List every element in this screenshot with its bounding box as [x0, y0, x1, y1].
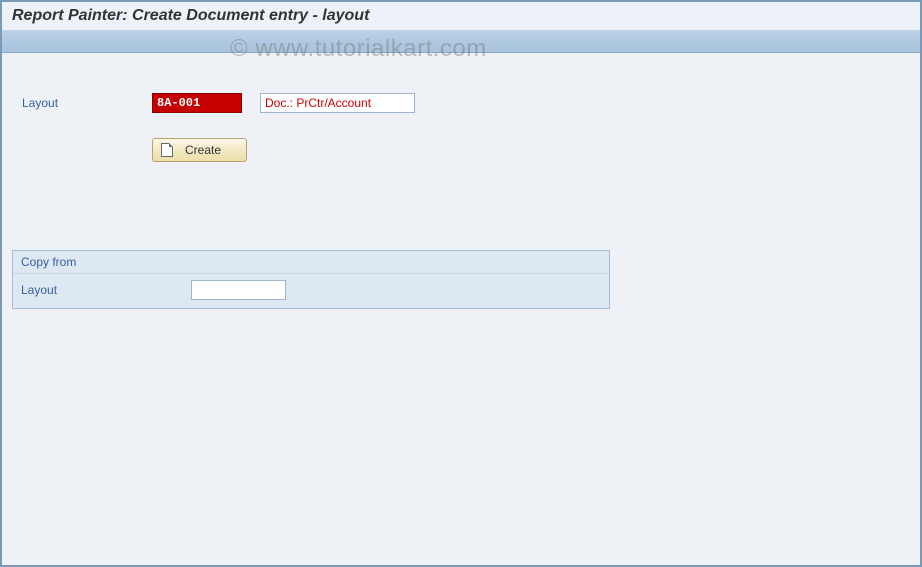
layout-code-input[interactable] — [152, 93, 242, 113]
title-bar: Report Painter: Create Document entry - … — [2, 2, 920, 31]
app-window: Report Painter: Create Document entry - … — [0, 0, 922, 567]
copy-from-panel: Copy from Layout — [12, 250, 610, 309]
page-title: Report Painter: Create Document entry - … — [12, 7, 369, 24]
layout-description-input[interactable] — [260, 93, 415, 113]
content-area: Layout Create Copy from Layout — [2, 53, 920, 309]
create-row: Create — [2, 138, 920, 162]
create-button[interactable]: Create — [152, 138, 247, 162]
layout-row: Layout — [2, 93, 920, 113]
copy-layout-input[interactable] — [191, 280, 286, 300]
copy-from-heading: Copy from — [13, 251, 609, 274]
document-icon — [161, 143, 173, 157]
toolbar-strip — [2, 31, 920, 53]
copy-from-body: Layout — [13, 274, 609, 308]
create-button-label: Create — [185, 143, 221, 157]
layout-label: Layout — [22, 96, 152, 110]
copy-layout-label: Layout — [21, 283, 191, 297]
